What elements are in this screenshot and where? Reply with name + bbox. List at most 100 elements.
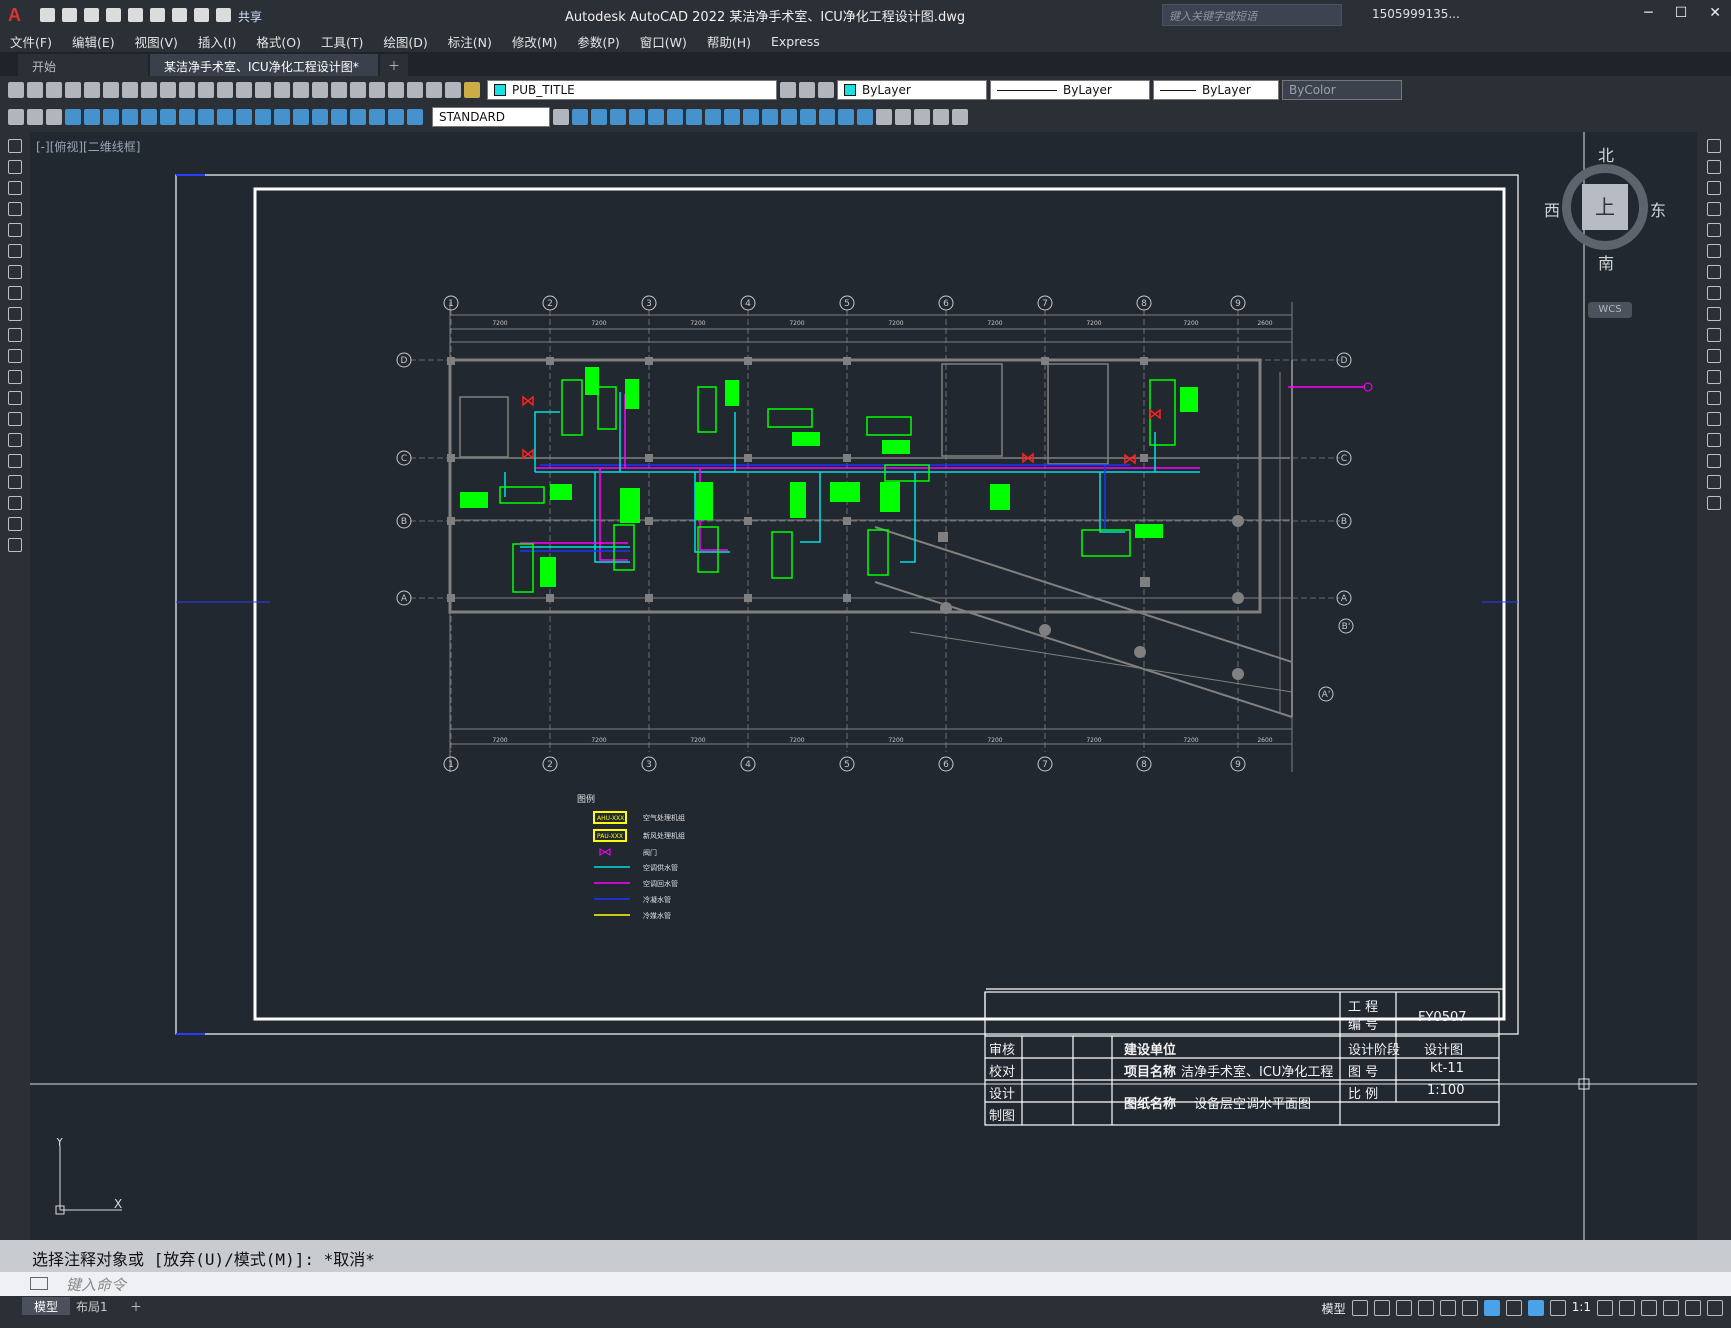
object-snap-icon[interactable] bbox=[1483, 1300, 1500, 1316]
gradient-icon[interactable] bbox=[8, 454, 22, 468]
blend-curves-icon[interactable] bbox=[1707, 475, 1721, 489]
rectangle-icon[interactable] bbox=[8, 223, 22, 237]
stretch-icon[interactable] bbox=[1707, 307, 1721, 321]
erase-icon[interactable] bbox=[1707, 139, 1721, 153]
plus-icon[interactable] bbox=[1619, 1300, 1635, 1316]
explode-icon[interactable] bbox=[1707, 496, 1721, 510]
layer-previous-icon[interactable] bbox=[799, 82, 815, 98]
ellipse-arc-icon[interactable] bbox=[8, 349, 22, 363]
plot-icon[interactable] bbox=[172, 8, 187, 22]
menu-insert[interactable]: 插入(I) bbox=[188, 32, 246, 51]
lineweight-icon[interactable] bbox=[1505, 1300, 1522, 1316]
ordinate-dim-icon[interactable] bbox=[122, 109, 138, 125]
redo-icon[interactable] bbox=[217, 82, 233, 98]
qnew-icon[interactable] bbox=[8, 82, 24, 98]
cut-icon[interactable] bbox=[122, 82, 138, 98]
layer-match-icon[interactable] bbox=[8, 109, 24, 125]
object-snap-tracking-icon[interactable] bbox=[1461, 1300, 1478, 1316]
maximize-icon[interactable]: ☐ bbox=[1675, 5, 1688, 21]
scale-icon[interactable] bbox=[705, 109, 721, 125]
grid-icon[interactable] bbox=[1351, 1300, 1368, 1316]
zoom-previous-icon[interactable] bbox=[293, 82, 309, 98]
table-icon[interactable] bbox=[8, 496, 22, 510]
mirror-icon[interactable] bbox=[1707, 181, 1721, 195]
copy-icon[interactable] bbox=[141, 82, 157, 98]
diameter-dim-icon[interactable] bbox=[179, 109, 195, 125]
plot-icon[interactable] bbox=[65, 82, 81, 98]
move-icon[interactable] bbox=[1707, 244, 1721, 258]
hardware-acceleration-icon[interactable] bbox=[1663, 1300, 1679, 1316]
construction-line-icon[interactable] bbox=[8, 160, 22, 174]
menu-window[interactable]: 窗口(W) bbox=[630, 32, 697, 51]
copy-icon[interactable] bbox=[1707, 160, 1721, 174]
array-icon[interactable] bbox=[648, 109, 664, 125]
properties-icon[interactable] bbox=[312, 82, 328, 98]
user-account[interactable]: 1505999135... bbox=[1372, 7, 1460, 21]
spline-icon[interactable] bbox=[8, 307, 22, 321]
command-input-bar[interactable]: 键入命令 bbox=[0, 1272, 1731, 1296]
rotate-icon[interactable] bbox=[686, 109, 702, 125]
customize-menu-icon[interactable] bbox=[1707, 1300, 1723, 1316]
explode-icon[interactable] bbox=[857, 109, 873, 125]
join-icon[interactable] bbox=[800, 109, 816, 125]
lineweight-dropdown[interactable]: ByLayer bbox=[1153, 80, 1279, 100]
point-icon[interactable] bbox=[952, 109, 968, 125]
extend-icon[interactable] bbox=[1707, 349, 1721, 363]
tool-palettes-icon[interactable] bbox=[350, 82, 366, 98]
region-icon[interactable] bbox=[8, 475, 22, 489]
tab-drawing[interactable]: 某洁净手术室、ICU净化工程设计图* bbox=[150, 54, 378, 76]
tab-layout1[interactable]: 布局1 bbox=[64, 1297, 120, 1315]
circle-icon[interactable] bbox=[8, 265, 22, 279]
dim-break-icon[interactable] bbox=[293, 109, 309, 125]
linear-dim-icon[interactable] bbox=[65, 109, 81, 125]
polar-icon[interactable] bbox=[1417, 1300, 1434, 1316]
tab-start[interactable]: 开始 bbox=[18, 54, 148, 76]
menu-file[interactable]: 文件(F) bbox=[0, 32, 62, 51]
quick-dim-icon[interactable] bbox=[217, 109, 233, 125]
scale-icon[interactable] bbox=[1707, 286, 1721, 300]
search-input[interactable]: 键入关键字或短语 bbox=[1162, 4, 1342, 26]
share-button[interactable]: 共享 bbox=[238, 8, 262, 24]
block-icon[interactable] bbox=[914, 109, 930, 125]
match-prop-icon[interactable] bbox=[179, 82, 195, 98]
compass-west[interactable]: 西 bbox=[1544, 197, 1560, 221]
menu-edit[interactable]: 编辑(E) bbox=[62, 32, 125, 51]
layer-freeze-icon[interactable] bbox=[46, 109, 62, 125]
help-icon[interactable] bbox=[426, 82, 442, 98]
model-space-toggle[interactable]: 模型 bbox=[1322, 1300, 1346, 1316]
linetype-dropdown[interactable]: ByLayer bbox=[990, 80, 1150, 100]
join-icon[interactable] bbox=[1707, 412, 1721, 426]
group-icon[interactable] bbox=[876, 109, 892, 125]
annotation-scale[interactable]: 1:1 bbox=[1572, 1300, 1591, 1316]
point-icon[interactable] bbox=[8, 412, 22, 426]
open-file-icon[interactable] bbox=[62, 8, 77, 22]
rotate-icon[interactable] bbox=[1707, 265, 1721, 279]
pan-icon[interactable] bbox=[236, 82, 252, 98]
menu-tools[interactable]: 工具(T) bbox=[311, 32, 373, 51]
isodraft-icon[interactable] bbox=[1439, 1300, 1456, 1316]
menu-modify[interactable]: 修改(M) bbox=[502, 32, 568, 51]
add-layout-button[interactable]: ＋ bbox=[118, 1297, 154, 1315]
menu-dimension[interactable]: 标注(N) bbox=[438, 32, 502, 51]
publish-icon[interactable] bbox=[103, 82, 119, 98]
open-web-icon[interactable] bbox=[128, 8, 143, 22]
design-center-icon[interactable] bbox=[331, 82, 347, 98]
menu-draw[interactable]: 绘图(D) bbox=[373, 32, 437, 51]
extend-icon[interactable] bbox=[762, 109, 778, 125]
annotation-visibility-icon[interactable] bbox=[1527, 1300, 1544, 1316]
open-icon[interactable] bbox=[27, 82, 43, 98]
compass-east[interactable]: 东 bbox=[1650, 197, 1666, 221]
save-icon[interactable] bbox=[84, 8, 99, 22]
dimstyle-dropdown[interactable]: STANDARD bbox=[432, 107, 550, 127]
paste-icon[interactable] bbox=[160, 82, 176, 98]
dim-style-icon[interactable] bbox=[553, 109, 569, 125]
add-selected-icon[interactable] bbox=[8, 538, 22, 552]
fillet-icon[interactable] bbox=[1707, 454, 1721, 468]
snap-icon[interactable] bbox=[1373, 1300, 1390, 1316]
center-mark-icon[interactable] bbox=[331, 109, 347, 125]
offset-icon[interactable] bbox=[1707, 202, 1721, 216]
workspace-gear-icon[interactable] bbox=[1597, 1300, 1613, 1316]
move-icon[interactable] bbox=[667, 109, 683, 125]
viewcube-top-face[interactable]: 上 bbox=[1582, 184, 1628, 230]
ellipse-icon[interactable] bbox=[8, 328, 22, 342]
